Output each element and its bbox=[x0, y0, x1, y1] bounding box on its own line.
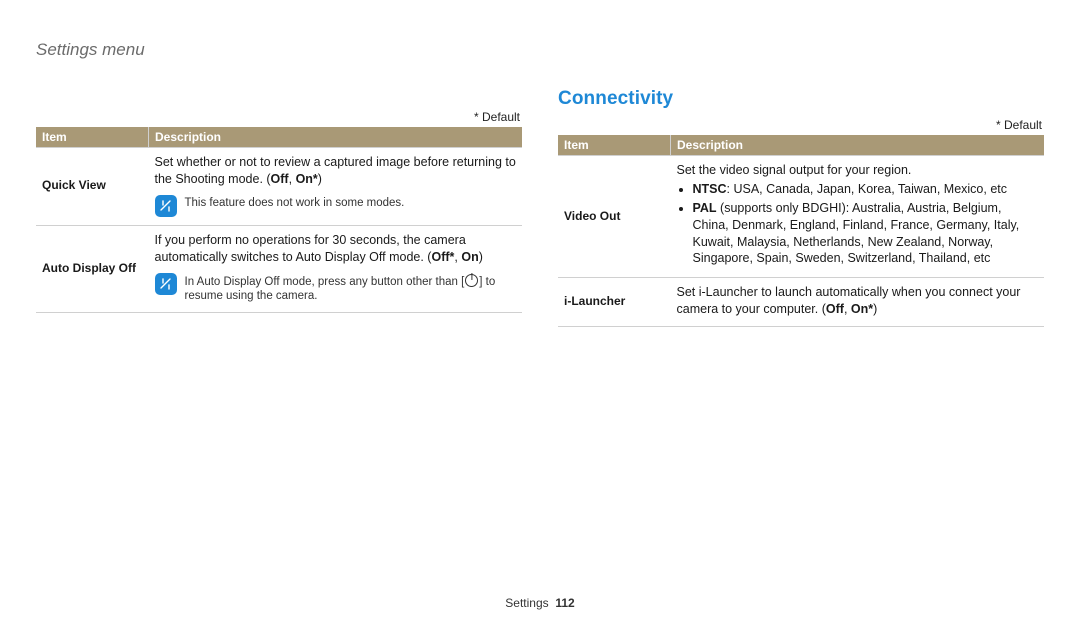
item-label: Auto Display Off bbox=[36, 225, 149, 313]
table-row: Video Out Set the video signal output fo… bbox=[558, 156, 1044, 278]
display-settings-table: Item Description Quick View Set whether … bbox=[36, 127, 522, 313]
table-row: Quick View Set whether or not to review … bbox=[36, 148, 522, 226]
item-label: Video Out bbox=[558, 156, 671, 278]
note-text: In Auto Display Off mode, press any butt… bbox=[185, 272, 517, 305]
page-footer: Settings 112 bbox=[0, 596, 1080, 610]
note-icon bbox=[155, 195, 177, 217]
item-description: If you perform no operations for 30 seco… bbox=[149, 225, 523, 313]
manual-page: Settings menu * Default Item Description… bbox=[0, 0, 1080, 630]
connectivity-settings-table: Item Description Video Out Set the video… bbox=[558, 135, 1044, 327]
item-description: Set i-Launcher to launch automatically w… bbox=[671, 278, 1045, 327]
th-description: Description bbox=[149, 127, 523, 148]
list-item: NTSC: USA, Canada, Japan, Korea, Taiwan,… bbox=[693, 181, 1039, 198]
default-marker-right: * Default bbox=[558, 118, 1042, 132]
th-item: Item bbox=[558, 135, 671, 156]
breadcrumb: Settings menu bbox=[36, 40, 1044, 60]
table-row: Auto Display Off If you perform no opera… bbox=[36, 225, 522, 313]
th-description: Description bbox=[671, 135, 1045, 156]
page-number: 112 bbox=[555, 596, 574, 610]
th-item: Item bbox=[36, 127, 149, 148]
two-column-layout: * Default Item Description Quick View Se… bbox=[36, 88, 1044, 327]
note: This feature does not work in some modes… bbox=[155, 194, 517, 217]
table-row: i-Launcher Set i-Launcher to launch auto… bbox=[558, 278, 1044, 327]
section-title-connectivity: Connectivity bbox=[558, 88, 1044, 110]
left-column: * Default Item Description Quick View Se… bbox=[36, 88, 522, 327]
list-item: PAL (supports only BDGHI): Australia, Au… bbox=[693, 200, 1039, 268]
note-text: This feature does not work in some modes… bbox=[185, 194, 405, 211]
note: In Auto Display Off mode, press any butt… bbox=[155, 272, 517, 305]
default-marker-left: * Default bbox=[36, 110, 520, 124]
footer-section: Settings bbox=[505, 596, 548, 610]
right-column: Connectivity * Default Item Description … bbox=[558, 88, 1044, 327]
item-label: i-Launcher bbox=[558, 278, 671, 327]
item-description: Set whether or not to review a captured … bbox=[149, 148, 523, 226]
bullet-list: NTSC: USA, Canada, Japan, Korea, Taiwan,… bbox=[677, 181, 1039, 267]
item-description: Set the video signal output for your reg… bbox=[671, 156, 1045, 278]
power-icon bbox=[465, 274, 478, 287]
note-icon bbox=[155, 273, 177, 295]
item-label: Quick View bbox=[36, 148, 149, 226]
